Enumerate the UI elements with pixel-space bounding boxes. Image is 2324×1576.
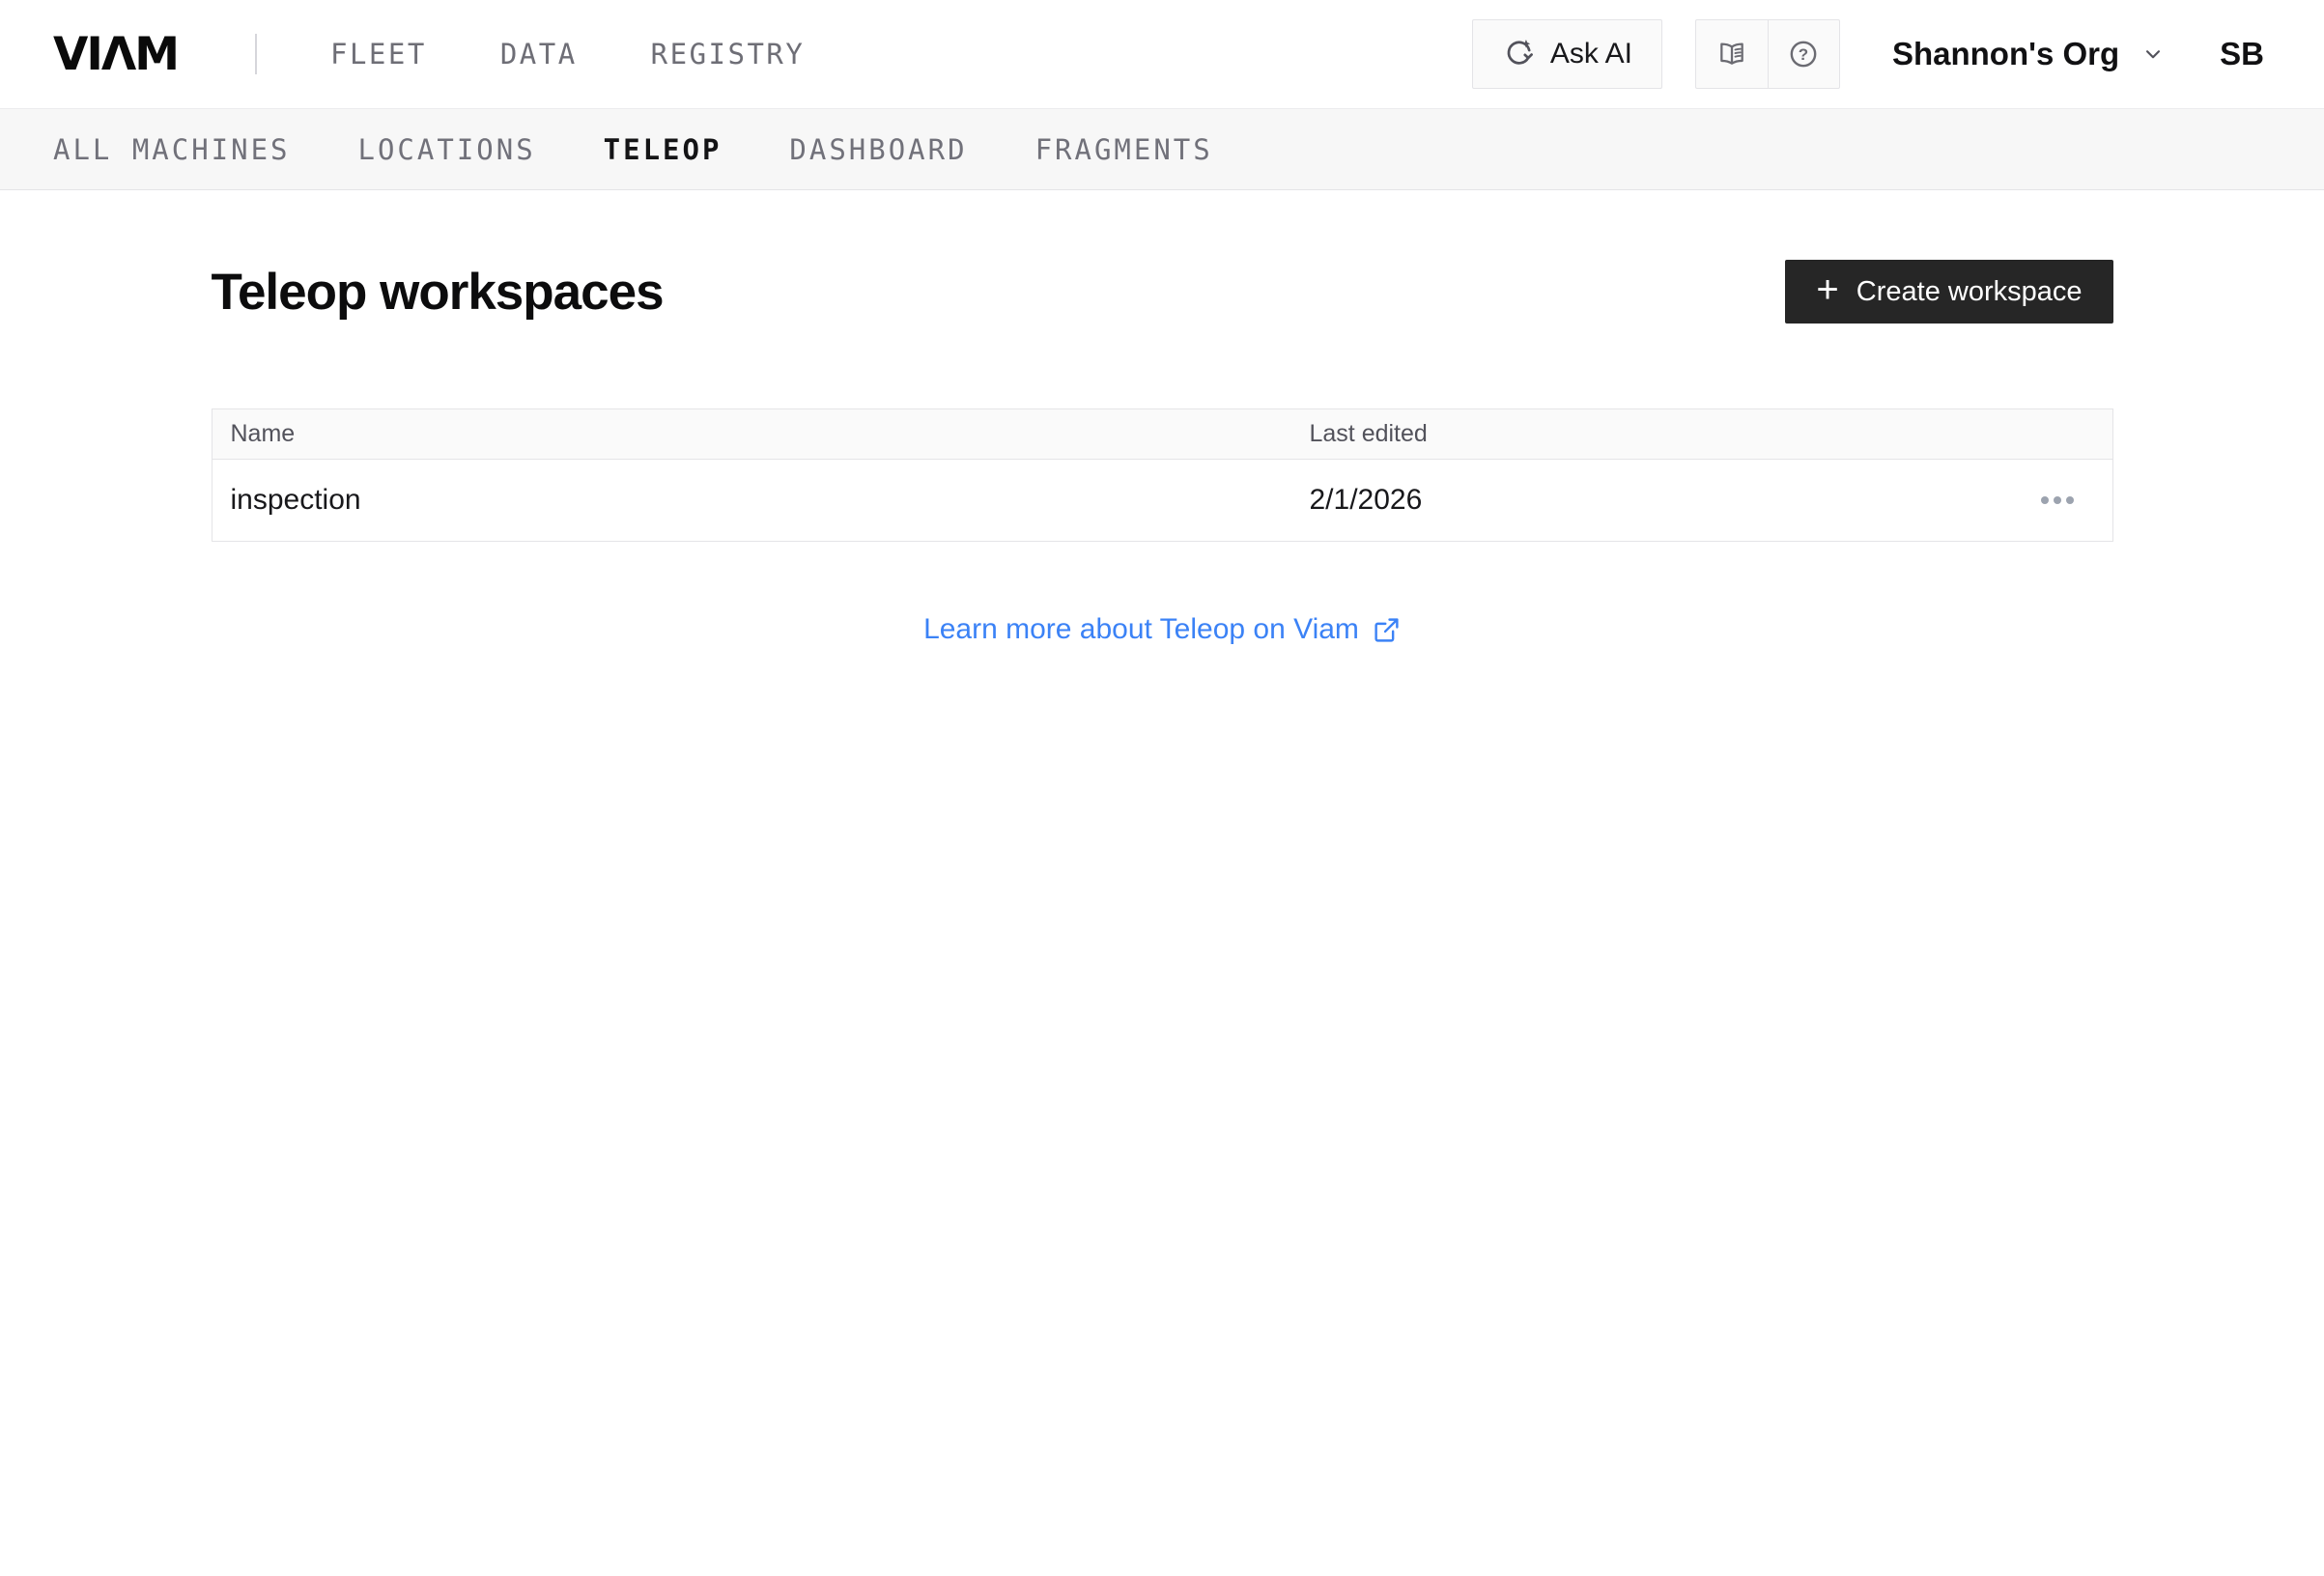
topbar-divider <box>255 34 258 74</box>
ellipsis-dot <box>2065 496 2074 504</box>
ask-ai-sparkle-icon <box>1502 38 1535 70</box>
help-question-icon: ? <box>1787 38 1820 70</box>
create-workspace-label: Create workspace <box>1856 275 2083 307</box>
table-header-row: Name Last edited <box>212 409 2112 460</box>
learn-more-label: Learn more about Teleop on Viam <box>923 613 1359 645</box>
org-name: Shannon's Org <box>1891 36 2120 71</box>
page-title: Teleop workspaces <box>211 263 665 321</box>
tab-fragments[interactable]: FRAGMENTS <box>1035 133 1213 166</box>
workspace-name-cell[interactable]: inspection <box>213 484 1310 517</box>
main-content: Teleop workspaces + Create workspace Nam… <box>211 260 2113 646</box>
nav-registry[interactable]: REGISTRY <box>651 38 806 70</box>
tab-teleop[interactable]: TELEOP <box>604 133 723 166</box>
docs-book-icon <box>1716 39 1747 70</box>
avatar[interactable]: SB <box>2220 36 2264 72</box>
docs-button[interactable] <box>1696 20 1768 88</box>
tab-all-machines[interactable]: ALL MACHINES <box>53 133 291 166</box>
tabbar: ALL MACHINES LOCATIONS TELEOP DASHBOARD … <box>0 108 2324 190</box>
column-header-name: Name <box>230 420 296 447</box>
nav-data[interactable]: DATA <box>500 38 578 70</box>
workspace-last-edited-cell: 2/1/2026 <box>1309 484 1423 516</box>
table-row[interactable]: inspection 2/1/2026 <box>212 460 2112 541</box>
ask-ai-label: Ask AI <box>1549 38 1632 70</box>
workspaces-table: Name Last edited inspection 2/1/2026 <box>211 408 2113 542</box>
external-link-icon <box>1373 616 1401 644</box>
viam-logo[interactable]: VIΛM <box>53 28 180 81</box>
column-header-last-edited: Last edited <box>1309 420 1428 447</box>
svg-text:?: ? <box>1799 45 1808 64</box>
chevron-down-icon <box>2140 42 2166 67</box>
help-controls: ? <box>1694 19 1840 89</box>
nav-fleet[interactable]: FLEET <box>330 38 427 70</box>
ask-ai-button[interactable]: Ask AI <box>1471 19 1662 89</box>
ellipsis-dot <box>2040 496 2049 504</box>
title-row: Teleop workspaces + Create workspace <box>212 260 2113 324</box>
plus-icon: + <box>1816 268 1839 311</box>
primary-nav: FLEET DATA REGISTRY <box>330 38 805 70</box>
create-workspace-button[interactable]: + Create workspace <box>1785 260 2113 324</box>
topbar-right: Ask AI ? Shannon's Org SB <box>1471 19 2264 89</box>
help-button[interactable]: ? <box>1767 20 1839 88</box>
ellipsis-dot <box>2053 496 2061 504</box>
tab-locations[interactable]: LOCATIONS <box>358 133 536 166</box>
tab-dashboard[interactable]: DASHBOARD <box>789 133 967 166</box>
learn-more-row: Learn more about Teleop on Viam <box>212 613 2113 646</box>
topbar: VIΛM FLEET DATA REGISTRY Ask AI ? Shanno… <box>0 0 2324 108</box>
workspace-actions-cell <box>2004 489 2112 512</box>
ellipsis-menu-icon[interactable] <box>2039 489 2076 512</box>
org-switcher[interactable]: Shannon's Org <box>1892 36 2166 72</box>
learn-more-link[interactable]: Learn more about Teleop on Viam <box>923 613 1401 646</box>
